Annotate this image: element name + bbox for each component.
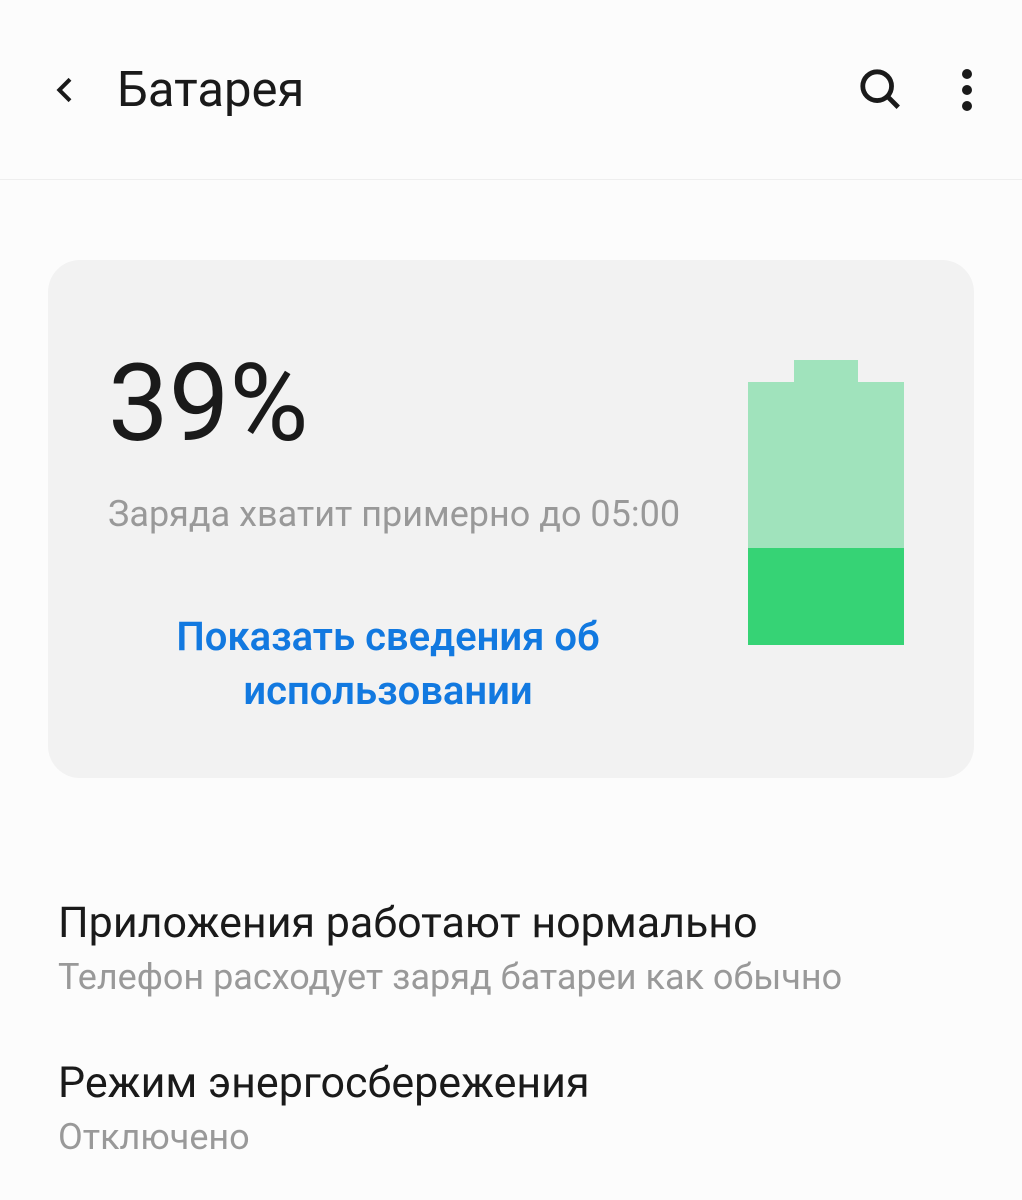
search-icon bbox=[858, 67, 904, 113]
more-button[interactable] bbox=[962, 69, 972, 111]
header: Батарея bbox=[0, 0, 1022, 180]
search-button[interactable] bbox=[858, 67, 904, 113]
battery-percent: 39% bbox=[108, 350, 680, 458]
settings-list: Приложения работают нормально Телефон ра… bbox=[48, 868, 974, 1188]
settings-item-power-saving[interactable]: Режим энергосбережения Отключено bbox=[58, 1028, 964, 1188]
chevron-left-icon bbox=[50, 74, 82, 106]
battery-icon bbox=[748, 360, 904, 645]
battery-body bbox=[748, 382, 904, 645]
settings-item-title: Режим энергосбережения bbox=[58, 1058, 964, 1108]
page-title: Батарея bbox=[117, 61, 858, 118]
usage-details-link[interactable]: Показать сведения об использовании bbox=[108, 610, 668, 718]
battery-info: 39% Заряда хватит примерно до 05:00 Пока… bbox=[108, 350, 680, 718]
settings-item-title: Приложения работают нормально bbox=[58, 898, 964, 948]
battery-cap bbox=[794, 360, 858, 382]
battery-fill bbox=[748, 548, 904, 645]
settings-item-apps-status[interactable]: Приложения работают нормально Телефон ра… bbox=[58, 868, 964, 1028]
header-actions bbox=[858, 67, 972, 113]
battery-card: 39% Заряда хватит примерно до 05:00 Пока… bbox=[48, 260, 974, 778]
settings-item-subtitle: Телефон расходует заряд батареи как обыч… bbox=[58, 956, 964, 998]
battery-estimate: Заряда хватит примерно до 05:00 bbox=[108, 493, 680, 535]
content: 39% Заряда хватит примерно до 05:00 Пока… bbox=[0, 180, 1022, 1188]
battery-icon-wrapper bbox=[748, 350, 904, 645]
more-vertical-icon bbox=[962, 69, 972, 111]
back-button[interactable] bbox=[50, 74, 102, 106]
settings-item-subtitle: Отключено bbox=[58, 1116, 964, 1158]
